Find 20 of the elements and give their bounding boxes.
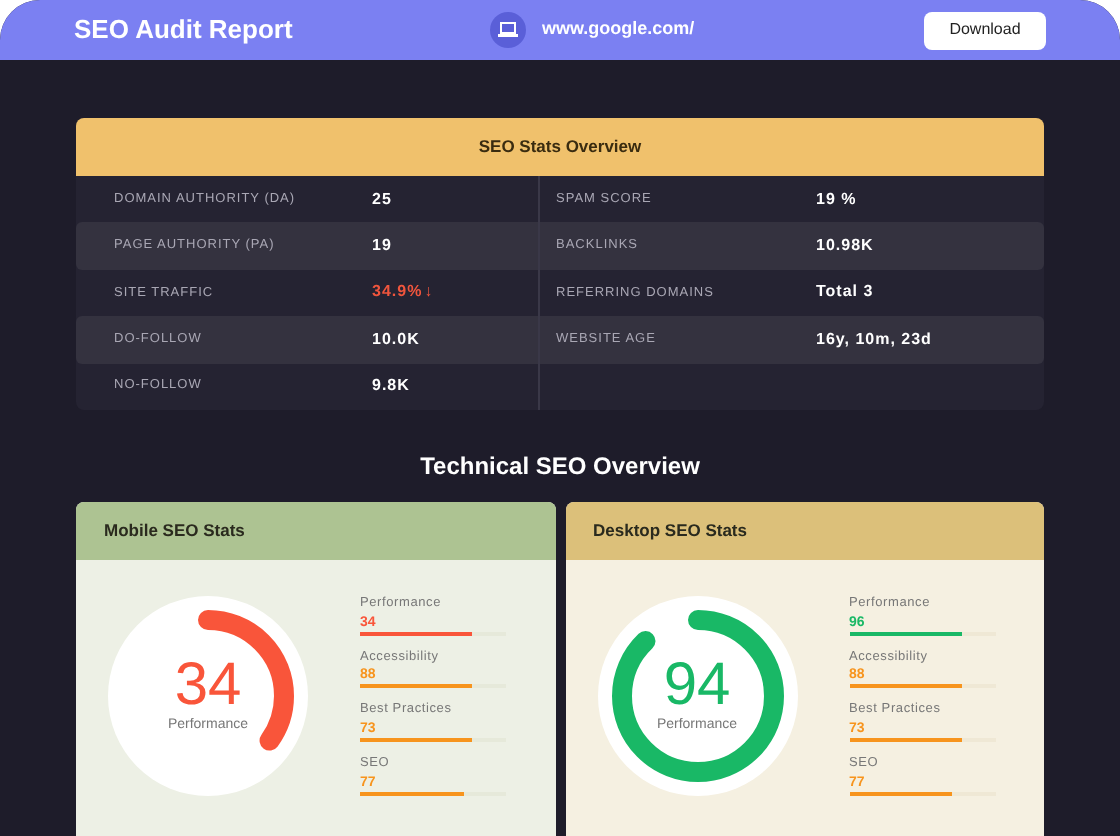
site-url: www.google.com/ xyxy=(542,16,695,43)
stats-title: SEO Stats Overview xyxy=(76,118,1044,176)
stat-value: 19 % xyxy=(816,187,857,212)
stat-value: 9.8K xyxy=(372,374,412,399)
report-title: SEO Audit Report xyxy=(74,12,295,49)
stat-value: Total 3 xyxy=(816,280,874,305)
card-title: Desktop SEO Stats xyxy=(565,501,1044,560)
card-title: Mobile SEO Stats xyxy=(76,501,555,560)
laptop-icon xyxy=(490,12,526,48)
stat-value: 10.0K xyxy=(372,327,422,352)
section-title: Technical SEO Overview xyxy=(418,449,702,484)
download-button[interactable]: Download xyxy=(924,11,1046,49)
trend-arrow-icon: ↓ xyxy=(424,282,434,301)
stat-value: 10.98K xyxy=(816,234,874,259)
stat-value: 19 xyxy=(372,234,394,259)
stat-value: 34.9%↓ xyxy=(372,280,436,305)
gauge-value: 34 xyxy=(174,655,242,716)
stat-value: 25 xyxy=(372,187,394,212)
stat-value: 16y, 10m, 23d xyxy=(816,327,932,352)
gauge-value: 94 xyxy=(663,655,731,716)
